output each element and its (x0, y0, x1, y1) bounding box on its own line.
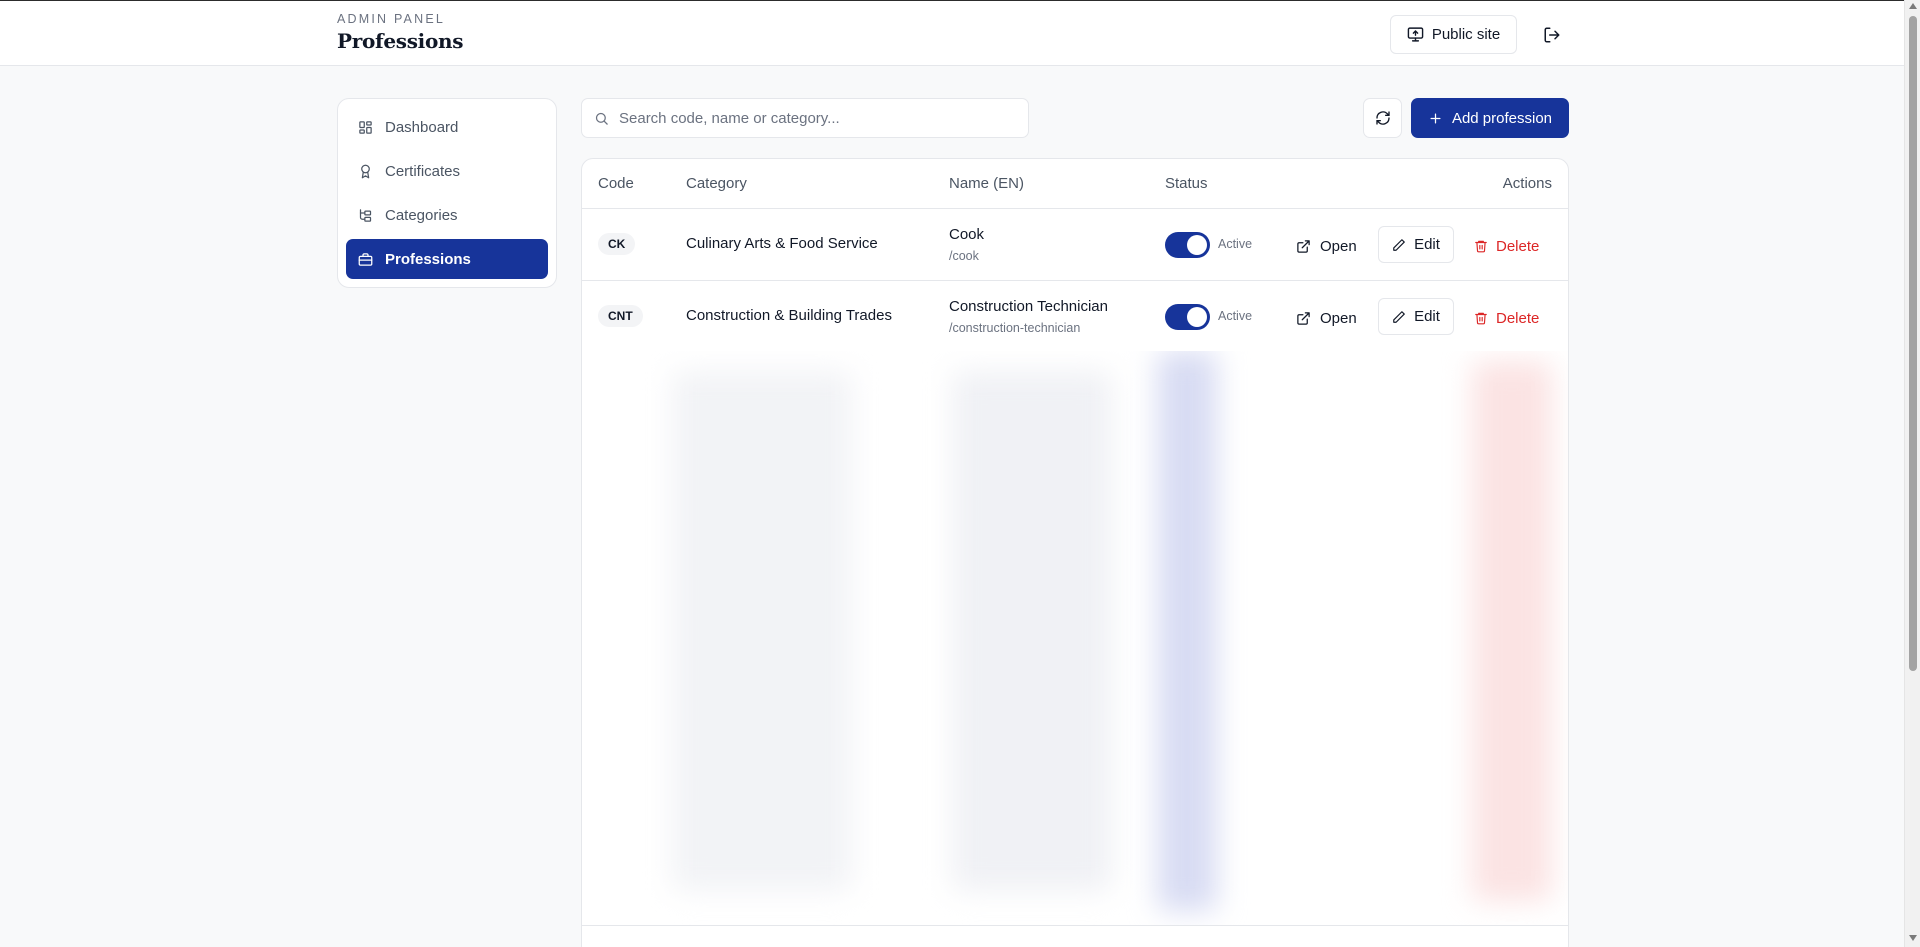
profession-slug: /construction-technician (949, 321, 1081, 335)
column-header-name: Name (EN) (949, 175, 1025, 192)
external-link-icon (1297, 239, 1310, 253)
sidebar-item-label: Certificates (385, 162, 461, 180)
scroll-up-arrow-icon[interactable] (1909, 3, 1917, 9)
sidebar-item-label: Dashboard (385, 118, 459, 136)
profession-slug: /cook (949, 249, 979, 263)
tree-icon (359, 208, 372, 222)
plus-icon (1430, 113, 1441, 123)
column-header-category: Category (686, 175, 747, 192)
edit-button[interactable]: Edit (1378, 298, 1454, 335)
edit-button[interactable]: Edit (1378, 226, 1454, 263)
status-label: Active (1218, 237, 1253, 251)
pencil-icon (1393, 310, 1405, 323)
search-box (581, 98, 1029, 138)
category-cell: Culinary Arts & Food Service (686, 235, 878, 252)
sidebar-item-categories[interactable]: Categories (346, 195, 548, 235)
skeleton-block (1472, 361, 1552, 901)
status-toggle[interactable] (1165, 232, 1210, 258)
delete-button[interactable]: Delete (1474, 230, 1539, 262)
sidebar-item-professions[interactable]: Professions (346, 239, 548, 279)
page-scrollbar[interactable] (1904, 0, 1920, 947)
public-site-button[interactable]: Public site (1390, 15, 1517, 54)
delete-button[interactable]: Delete (1474, 302, 1539, 334)
loading-skeleton (582, 351, 1568, 925)
open-label: Open (1320, 309, 1357, 327)
sidebar-item-label: Professions (385, 250, 471, 268)
logout-button[interactable] (1536, 19, 1568, 51)
profession-name: Cook (949, 226, 985, 243)
refresh-icon (1375, 111, 1390, 125)
search-input[interactable] (619, 109, 1019, 127)
sidebar-item-certificates[interactable]: Certificates (346, 151, 548, 191)
column-header-status: Status (1165, 175, 1208, 192)
skeleton-block (672, 371, 852, 891)
open-label: Open (1320, 237, 1357, 255)
refresh-button[interactable] (1363, 98, 1402, 138)
add-profession-label: Add profession (1451, 109, 1553, 127)
open-button[interactable]: Open (1296, 230, 1357, 262)
dashboard-icon (359, 120, 372, 134)
award-icon (361, 164, 370, 178)
public-site-label: Public site (1431, 26, 1501, 43)
skeleton-block (952, 371, 1112, 891)
category-cell: Construction & Building Trades (686, 307, 892, 324)
delete-label: Delete (1496, 309, 1540, 327)
code-badge: CK (598, 233, 636, 255)
open-button[interactable]: Open (1296, 302, 1357, 334)
monitor-icon (1407, 27, 1424, 42)
logout-icon (1544, 27, 1560, 43)
trash-icon (1475, 312, 1487, 325)
column-header-actions: Actions (1502, 175, 1552, 192)
edit-label: Edit (1414, 236, 1440, 253)
table-header: Code Category Name (EN) Status Actions (582, 159, 1568, 209)
pencil-icon (1393, 238, 1405, 251)
status-label: Active (1218, 309, 1253, 323)
sidebar-item-dashboard[interactable]: Dashboard (346, 107, 548, 147)
scroll-down-arrow-icon[interactable] (1909, 935, 1917, 941)
table-row: CNT Construction & Building Trades Const… (582, 281, 1568, 353)
status-toggle[interactable] (1165, 304, 1210, 330)
code-badge: CNT (598, 305, 643, 327)
page-title: Professions (337, 29, 464, 53)
table-footer-divider (582, 925, 1568, 926)
scrollbar-thumb[interactable] (1909, 16, 1917, 671)
table-row: CK Culinary Arts & Food Service Cook /co… (582, 209, 1568, 281)
search-icon (595, 112, 608, 125)
admin-panel-overline: ADMIN PANEL (337, 12, 446, 26)
professions-table: Code Category Name (EN) Status Actions C… (581, 158, 1569, 947)
delete-label: Delete (1496, 237, 1540, 255)
external-link-icon (1297, 311, 1310, 325)
briefcase-icon (358, 252, 373, 266)
sidebar-item-label: Categories (385, 206, 458, 224)
profession-name: Construction Technician (949, 298, 1108, 315)
sidebar-nav: Dashboard Certificates Categories Profes… (337, 98, 557, 288)
trash-icon (1475, 240, 1487, 253)
column-header-code: Code (598, 175, 634, 192)
edit-label: Edit (1414, 308, 1440, 325)
top-bar: ADMIN PANEL Professions Public site (0, 0, 1904, 66)
skeleton-block (1157, 351, 1217, 911)
add-profession-button[interactable]: Add profession (1411, 98, 1569, 138)
